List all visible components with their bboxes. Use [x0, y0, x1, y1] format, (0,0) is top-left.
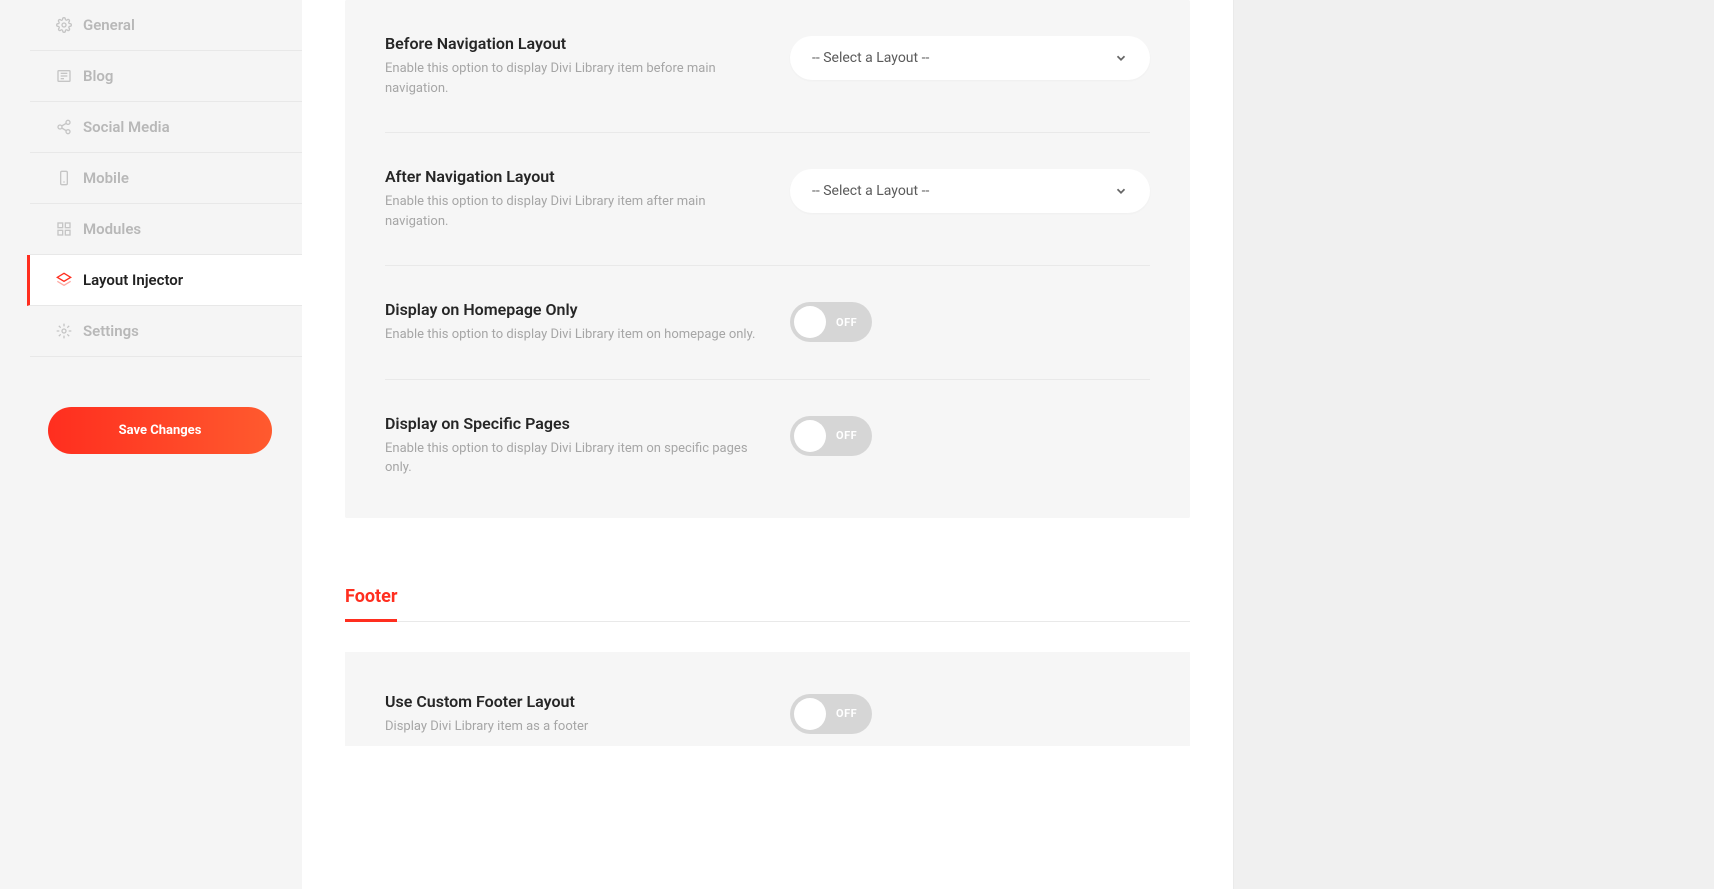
layers-icon [55, 271, 73, 289]
sidebar-item-label: Modules [83, 220, 141, 238]
specific-pages-toggle[interactable]: OFF [790, 416, 872, 456]
sidebar-item-settings[interactable]: Settings [30, 306, 302, 357]
setting-before-navigation: Before Navigation Layout Enable this opt… [385, 0, 1150, 133]
navigation-panel: Before Navigation Layout Enable this opt… [345, 0, 1190, 518]
toggle-knob [794, 420, 826, 452]
sidebar-item-label: Social Media [83, 118, 170, 136]
setting-desc: Enable this option to display Divi Libra… [385, 325, 770, 345]
homepage-only-toggle[interactable]: OFF [790, 302, 872, 342]
toggle-label: OFF [836, 707, 857, 720]
main-content: Before Navigation Layout Enable this opt… [302, 0, 1233, 889]
setting-title: Use Custom Footer Layout [385, 692, 770, 711]
sidebar-item-blog[interactable]: Blog [30, 51, 302, 102]
setting-desc: Enable this option to display Divi Libra… [385, 59, 770, 98]
mobile-icon [55, 169, 73, 187]
setting-title: Display on Specific Pages [385, 414, 770, 433]
sidebar-item-label: Layout Injector [83, 271, 183, 289]
sidebar-item-general[interactable]: General [30, 0, 302, 51]
cog-icon [55, 322, 73, 340]
chevron-down-icon [1114, 51, 1128, 65]
share-icon [55, 118, 73, 136]
custom-footer-toggle[interactable]: OFF [790, 694, 872, 734]
setting-custom-footer: Use Custom Footer Layout Display Divi Li… [385, 692, 1150, 737]
footer-section-header-row: Footer [345, 586, 1190, 622]
sidebar-item-modules[interactable]: Modules [30, 204, 302, 255]
sidebar-item-label: Mobile [83, 169, 129, 187]
sidebar-item-label: Settings [83, 322, 139, 340]
before-nav-layout-select[interactable]: -- Select a Layout -- [790, 36, 1150, 80]
sidebar: General Blog Social Media Mobile [0, 0, 302, 889]
grid-icon [55, 220, 73, 238]
gear-icon [55, 16, 73, 34]
chevron-down-icon [1114, 184, 1128, 198]
toggle-label: OFF [836, 316, 857, 329]
after-nav-layout-select[interactable]: -- Select a Layout -- [790, 169, 1150, 213]
footer-panel: Use Custom Footer Layout Display Divi Li… [345, 652, 1190, 747]
right-gutter [1233, 0, 1714, 889]
setting-homepage-only: Display on Homepage Only Enable this opt… [385, 266, 1150, 380]
sidebar-item-social-media[interactable]: Social Media [30, 102, 302, 153]
sidebar-item-label: General [83, 16, 135, 34]
toggle-label: OFF [836, 429, 857, 442]
sidebar-item-layout-injector[interactable]: Layout Injector [27, 255, 302, 306]
toggle-knob [794, 306, 826, 338]
setting-desc: Enable this option to display Divi Libra… [385, 192, 770, 231]
save-changes-button[interactable]: Save Changes [48, 407, 272, 454]
setting-title: Display on Homepage Only [385, 300, 770, 319]
page-wrap: General Blog Social Media Mobile [0, 0, 1714, 889]
toggle-knob [794, 698, 826, 730]
newspaper-icon [55, 67, 73, 85]
sidebar-item-mobile[interactable]: Mobile [30, 153, 302, 204]
setting-desc: Enable this option to display Divi Libra… [385, 439, 770, 478]
select-placeholder: -- Select a Layout -- [812, 50, 929, 66]
setting-desc: Display Divi Library item as a footer [385, 717, 770, 737]
setting-specific-pages: Display on Specific Pages Enable this op… [385, 380, 1150, 478]
setting-title: After Navigation Layout [385, 167, 770, 186]
select-placeholder: -- Select a Layout -- [812, 183, 929, 199]
footer-section-header: Footer [345, 586, 397, 622]
setting-after-navigation: After Navigation Layout Enable this opti… [385, 133, 1150, 266]
setting-title: Before Navigation Layout [385, 34, 770, 53]
sidebar-item-label: Blog [83, 67, 113, 85]
